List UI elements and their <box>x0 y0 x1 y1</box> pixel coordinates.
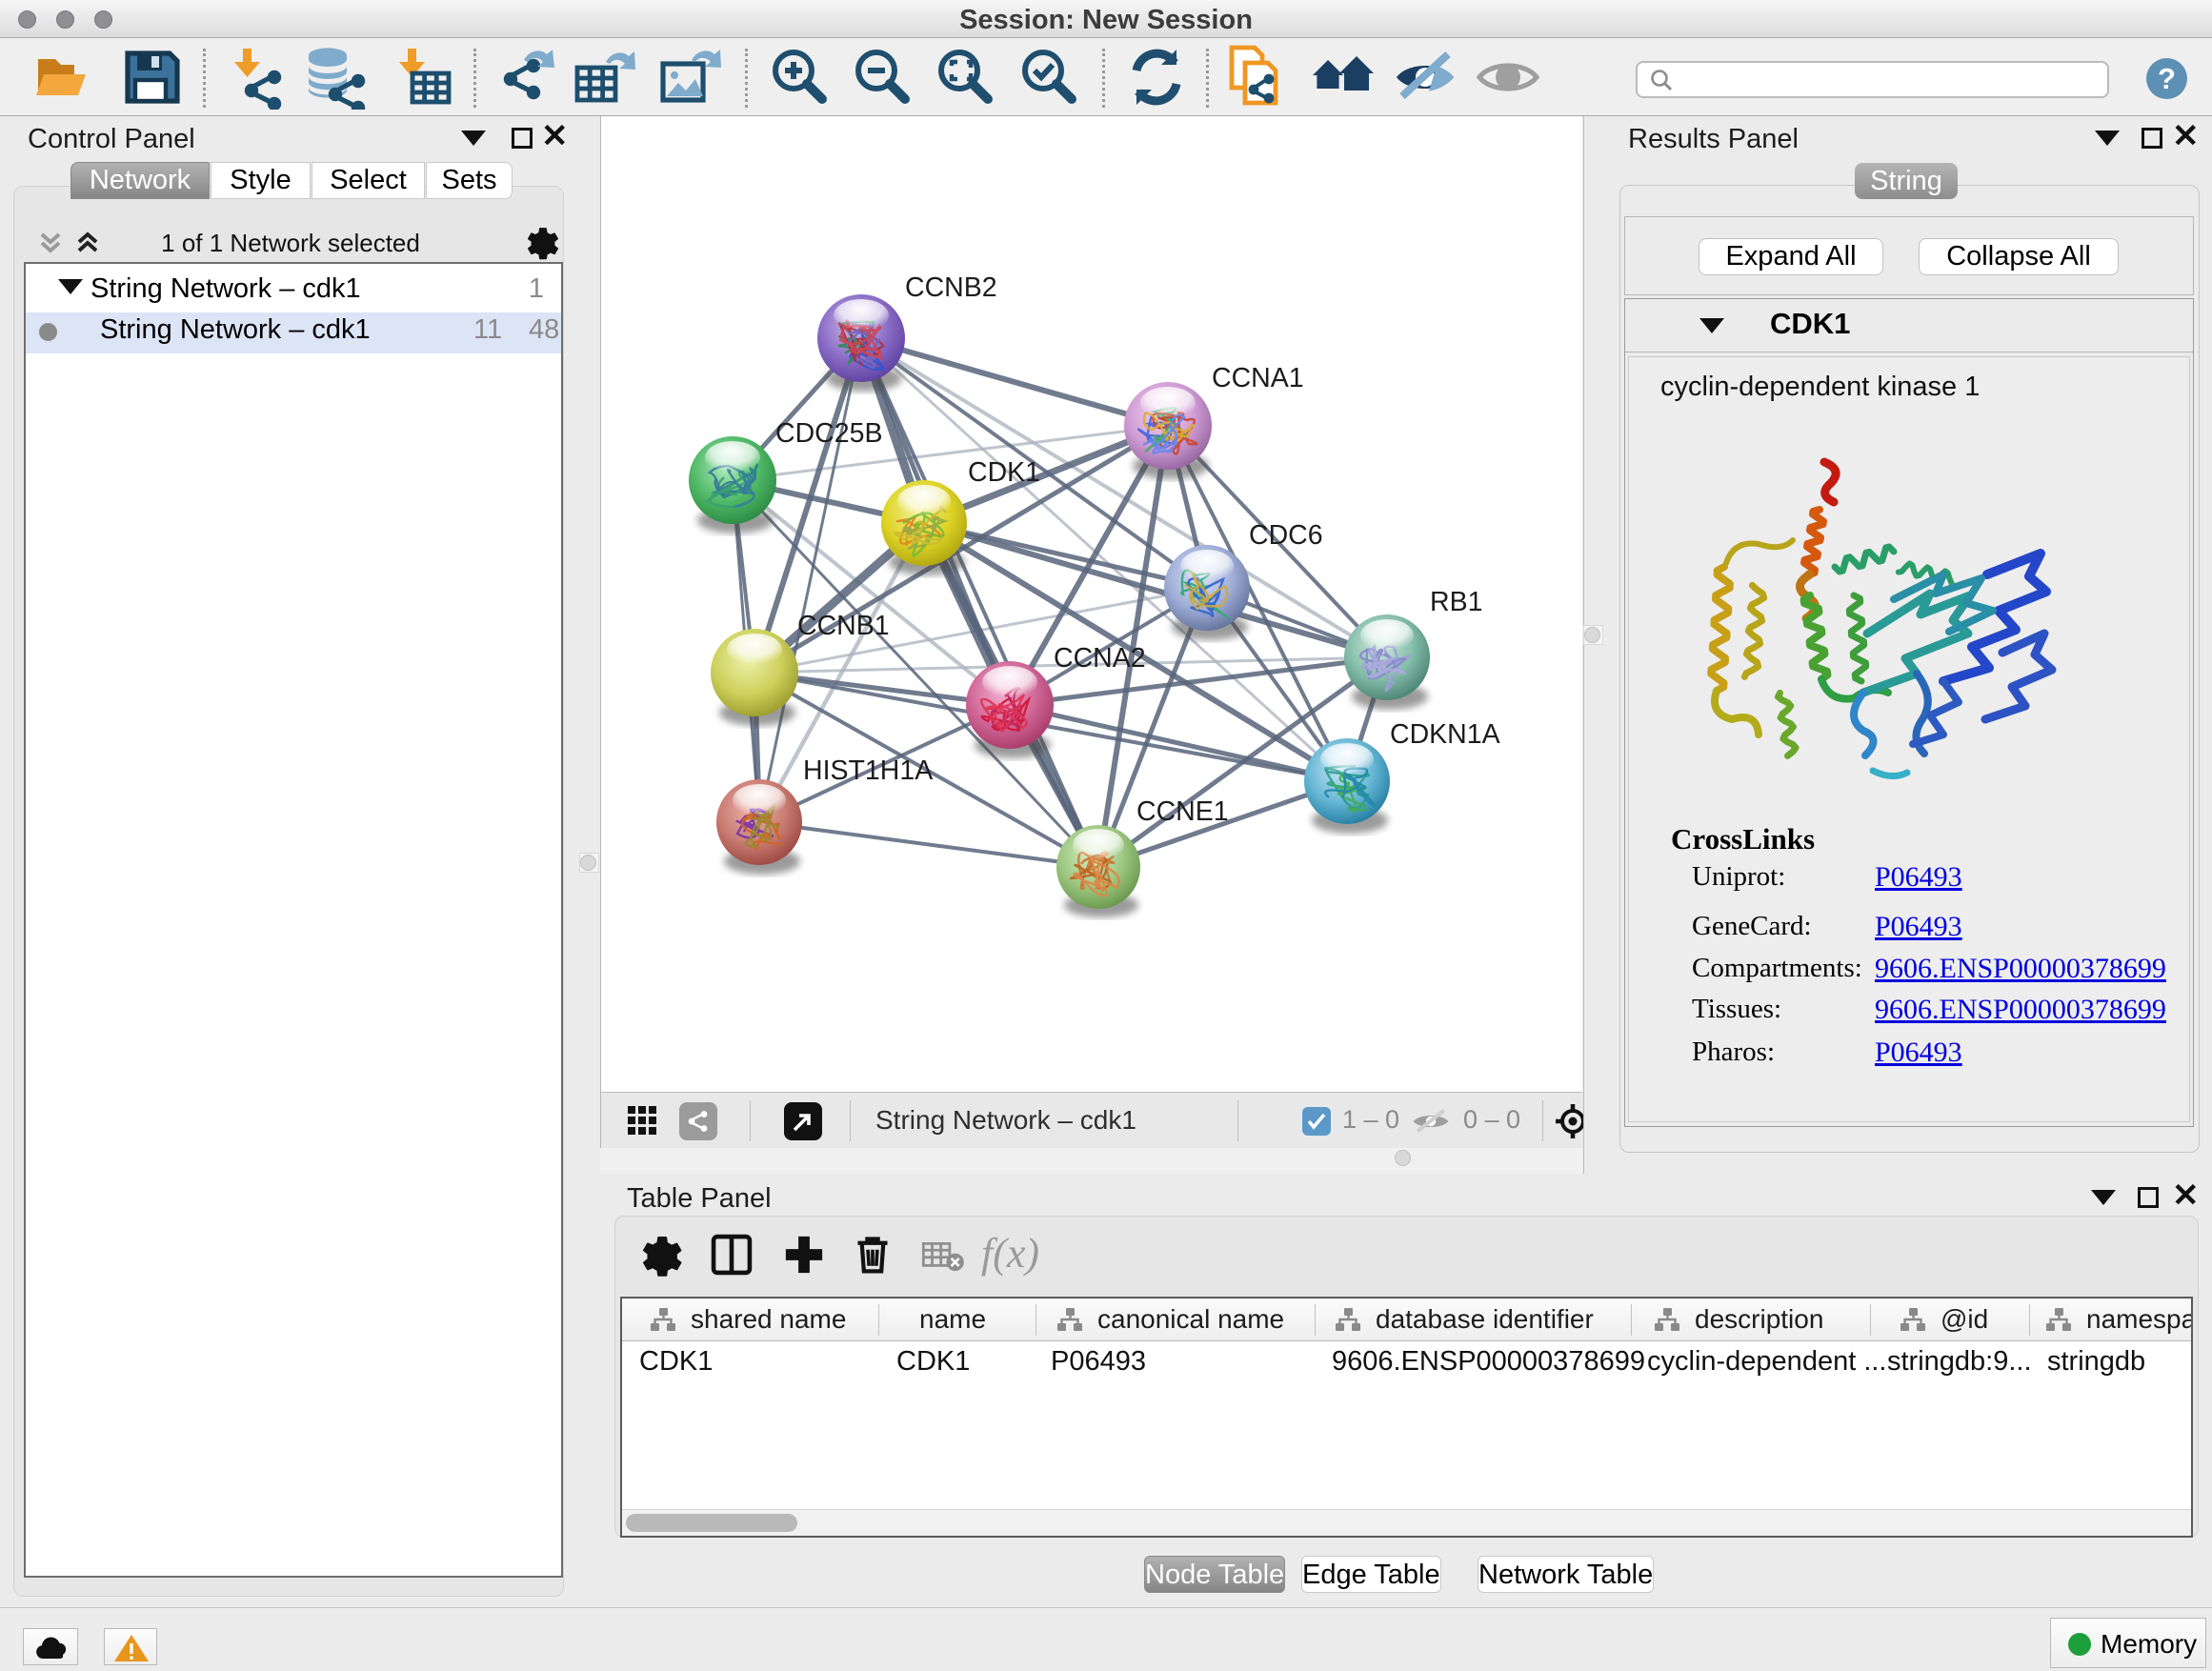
svg-text:CDC6: CDC6 <box>1249 520 1323 551</box>
svg-text:HIST1H1A: HIST1H1A <box>803 755 933 786</box>
svg-text:CCNB2: CCNB2 <box>905 272 997 303</box>
svg-text:CCNB1: CCNB1 <box>797 611 890 641</box>
svg-text:CCNE1: CCNE1 <box>1136 796 1229 827</box>
svg-text:CCNA1: CCNA1 <box>1212 363 1304 393</box>
svg-text:CDC25B: CDC25B <box>775 418 882 449</box>
svg-text:CCNA2: CCNA2 <box>1054 643 1146 674</box>
svg-text:CDKN1A: CDKN1A <box>1390 719 1500 750</box>
svg-text:RB1: RB1 <box>1430 587 1482 617</box>
svg-text:CDK1: CDK1 <box>968 457 1040 488</box>
